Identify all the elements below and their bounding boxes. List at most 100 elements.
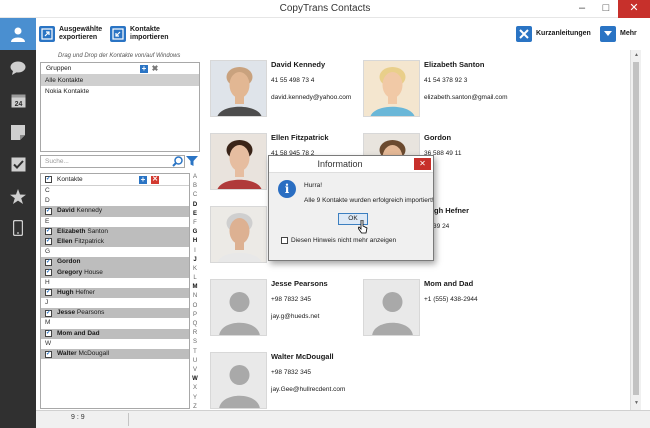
contact-photo	[210, 206, 267, 263]
search-input[interactable]: Suche...	[40, 155, 185, 168]
nav-favorites[interactable]	[0, 180, 36, 212]
export-selected-button[interactable]: Ausgewählte exportieren	[39, 24, 102, 44]
alphabet-letter[interactable]: D	[190, 201, 200, 210]
contact-card[interactable]: Mom and Dad +1 (555) 438-2944	[358, 269, 568, 337]
scroll-down-arrow[interactable]: ▼	[632, 399, 641, 408]
contact-last-name: Pearsons	[76, 309, 105, 317]
alphabet-letter[interactable]: L	[190, 274, 200, 283]
alphabet-letter[interactable]: V	[190, 366, 200, 375]
add-contact-icon[interactable]: +	[139, 176, 147, 184]
card-name: Ellen Fitzpatrick	[271, 133, 329, 142]
alphabet-letter[interactable]: I	[190, 247, 200, 256]
contact-checkbox[interactable]: ✓	[45, 309, 52, 317]
alphabet-letter[interactable]: X	[190, 384, 200, 393]
nav-tasks[interactable]	[0, 148, 36, 180]
more-button[interactable]: Mehr	[600, 24, 637, 44]
contact-checkbox[interactable]: ✓	[45, 207, 52, 215]
alphabet-letter[interactable]: J	[190, 256, 200, 265]
alphabet-letter[interactable]: E	[190, 210, 200, 219]
contact-row[interactable]: ✓ Gregory House	[41, 267, 189, 278]
tools-icon	[516, 26, 532, 42]
contact-card[interactable]: Walter McDougall +98 7832 345 jay.Gee@hull…	[205, 342, 415, 410]
contact-checkbox[interactable]: ✓	[45, 238, 52, 246]
contact-row[interactable]: ✓ Hugh Hefner	[41, 287, 189, 299]
contact-row[interactable]: ✓ Mom and Dad	[41, 328, 189, 339]
alphabet-letter[interactable]: F	[190, 219, 200, 228]
alphabet-letter[interactable]: A	[190, 173, 200, 182]
side-navigation: 24	[0, 18, 36, 428]
card-name: Elizabeth Santon	[424, 60, 485, 69]
alphabet-letter[interactable]: P	[190, 311, 200, 320]
nav-messages[interactable]	[0, 52, 36, 84]
contact-count: 9 : 9	[71, 414, 85, 421]
contact-row[interactable]: ✓ Ellen Fitzpatrick	[41, 236, 189, 248]
alphabet-letter[interactable]: U	[190, 357, 200, 366]
contact-checkbox[interactable]: ✓	[45, 350, 52, 358]
contact-row[interactable]: ✓ David Kennedy	[41, 206, 189, 217]
alphabet-letter[interactable]: Q	[190, 320, 200, 329]
alphabet-letter[interactable]: Y	[190, 394, 200, 403]
delete-group-icon[interactable]: ✖	[151, 65, 159, 73]
contact-checkbox[interactable]: ✓	[45, 269, 52, 276]
vertical-scrollbar[interactable]: ▲ ▼	[630, 50, 641, 410]
minimize-button[interactable]: –	[570, 0, 594, 18]
chevron-down-icon	[600, 26, 616, 42]
alphabet-letter[interactable]: N	[190, 292, 200, 301]
alphabet-letter[interactable]: W	[190, 375, 200, 384]
nav-contacts[interactable]	[0, 18, 36, 50]
card-phone: 41 54 378 92 3	[424, 77, 468, 84]
contact-checkbox[interactable]: ✓	[45, 228, 52, 236]
alphabet-index: ABCDEFGHIJKLMNOPQRSTUVWXYZ	[190, 173, 200, 410]
add-group-icon[interactable]: +	[140, 65, 148, 73]
contact-row[interactable]: ✓ Walter McDougall	[41, 349, 189, 360]
alphabet-letter[interactable]: O	[190, 302, 200, 311]
quick-guides-button[interactable]: Kurzanleitungen	[516, 24, 591, 44]
contact-checkbox[interactable]: ✓	[45, 289, 52, 297]
contact-first-name: Mom and Dad	[57, 329, 100, 337]
maximize-button[interactable]: □	[594, 0, 618, 18]
dont-show-again-checkbox[interactable]	[281, 237, 288, 244]
contact-photo	[363, 60, 420, 117]
select-all-checkbox[interactable]: ✓	[45, 176, 52, 183]
contact-photo	[210, 352, 267, 409]
alphabet-letter[interactable]: T	[190, 348, 200, 357]
phone-icon	[13, 220, 23, 236]
nav-phone[interactable]	[0, 212, 36, 244]
contact-row[interactable]: ✓ Jesse Pearsons	[41, 308, 189, 319]
search-icon[interactable]	[172, 156, 183, 167]
contact-photo	[210, 60, 267, 117]
filter-icon[interactable]	[186, 155, 198, 167]
nav-calendar[interactable]: 24	[0, 84, 36, 116]
dialog-heading: Hurra!	[304, 182, 323, 189]
contact-card[interactable]: Elizabeth Santon 41 54 378 92 3 elizabeth.…	[358, 50, 568, 118]
alphabet-letter[interactable]: R	[190, 329, 200, 338]
alphabet-letter[interactable]: M	[190, 283, 200, 292]
card-email: elizabeth.santon@gmail.com	[424, 94, 508, 101]
scroll-thumb[interactable]	[633, 62, 639, 395]
info-icon: i	[278, 180, 296, 198]
contact-row[interactable]: ✓ Gordon	[41, 257, 189, 268]
contact-row[interactable]: ✓ Elizabeth Santon	[41, 226, 189, 237]
import-contacts-button[interactable]: Kontakte importieren	[110, 24, 169, 44]
card-phone: +98 7832 345	[271, 369, 311, 376]
group-item-all[interactable]: Alle Kontakte	[41, 75, 199, 86]
delete-contact-icon[interactable]: ✕	[151, 176, 159, 184]
dialog-close-button[interactable]: ✕	[414, 158, 431, 170]
alphabet-letter[interactable]: G	[190, 228, 200, 237]
dialog-message: Alle 9 Kontakte wurden erfolgreich impor…	[304, 197, 434, 204]
section-letter: H	[45, 278, 50, 286]
calendar-day: 24	[14, 101, 22, 108]
close-window-button[interactable]: ✕	[618, 0, 650, 18]
alphabet-letter[interactable]: H	[190, 237, 200, 246]
card-email: jay.Gee@hullrecdent.com	[271, 386, 346, 393]
alphabet-letter[interactable]: C	[190, 191, 200, 200]
quick-guides-label: Kurzanleitungen	[536, 30, 591, 37]
alphabet-letter[interactable]: K	[190, 265, 200, 274]
group-item-nokia[interactable]: Nokia Kontakte	[41, 86, 199, 97]
contact-checkbox[interactable]: ✓	[45, 258, 52, 266]
scroll-up-arrow[interactable]: ▲	[632, 51, 641, 60]
nav-notes[interactable]	[0, 116, 36, 148]
alphabet-letter[interactable]: B	[190, 182, 200, 191]
alphabet-letter[interactable]: S	[190, 338, 200, 347]
contact-checkbox[interactable]: ✓	[45, 330, 52, 338]
